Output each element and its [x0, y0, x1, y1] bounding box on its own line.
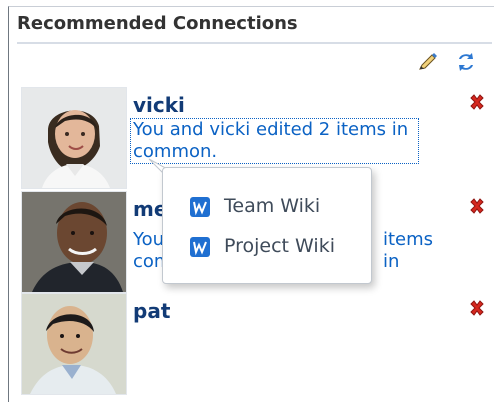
detail-line-1[interactable]: You [133, 229, 164, 250]
wiki-icon [190, 197, 210, 217]
popup-item-label[interactable]: Team Wiki [224, 195, 320, 217]
wiki-icon [190, 237, 210, 257]
remove-icon[interactable] [467, 197, 487, 217]
panel-header: Recommended Connections [9, 7, 494, 41]
shared-items-popup: Team Wiki Project Wiki [162, 167, 372, 284]
connection-name[interactable]: pat [133, 299, 170, 323]
refresh-icon[interactable] [455, 52, 477, 72]
remove-icon[interactable] [467, 299, 487, 319]
popup-item-label[interactable]: Project Wiki [224, 235, 335, 257]
avatar [21, 191, 127, 293]
pencil-icon[interactable] [417, 51, 439, 73]
remove-icon[interactable] [467, 93, 487, 113]
avatar [21, 87, 127, 189]
detail-line-2[interactable]: items in [383, 229, 433, 273]
connection-detail-link[interactable]: You and vicki edited 2 items in common. [130, 118, 419, 164]
recommended-connections-panel: Recommended Connections vicki You and vi… [8, 6, 494, 402]
connection-name[interactable]: vicki [133, 93, 185, 117]
panel-title: Recommended Connections [17, 13, 298, 34]
avatar [21, 293, 127, 395]
connection-card-pat: pat [21, 293, 491, 395]
header-divider [17, 42, 492, 44]
